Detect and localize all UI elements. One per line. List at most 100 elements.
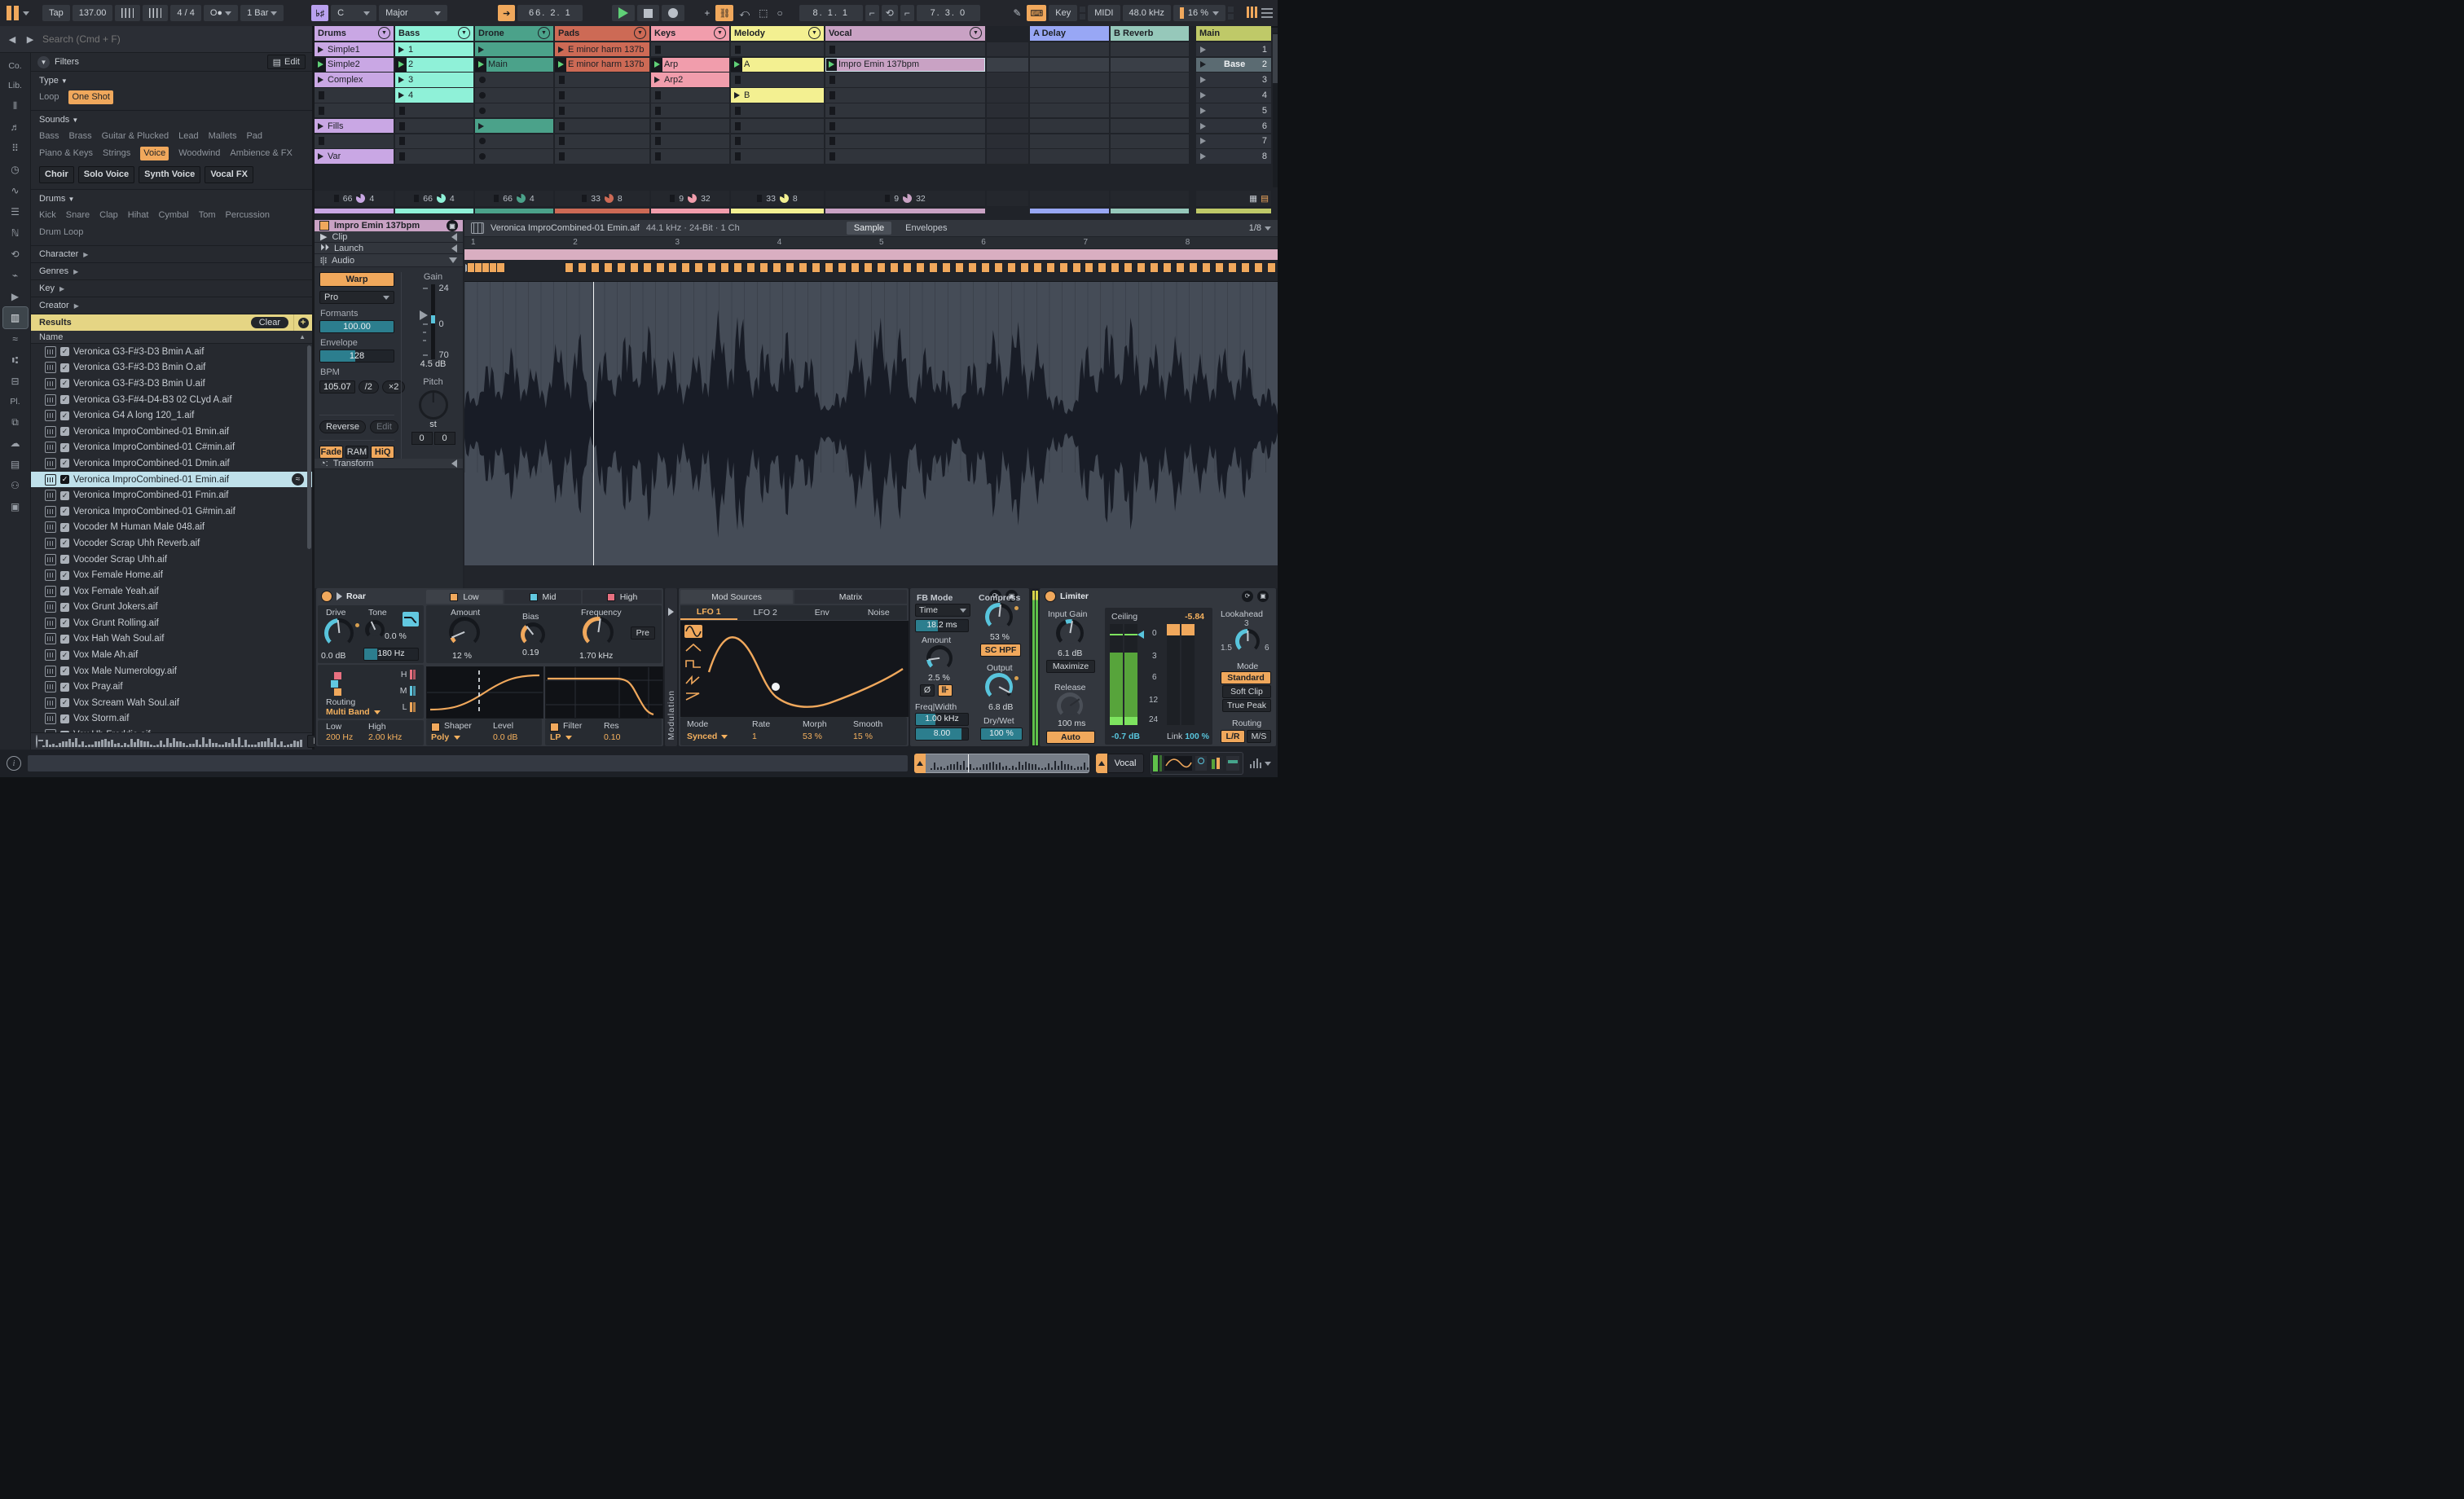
clip-stop-slot[interactable] <box>555 88 649 103</box>
file-checkbox-icon[interactable]: ✓ <box>60 714 69 723</box>
phase-invert-toggle[interactable]: Ø <box>920 684 935 697</box>
track-fold-icon[interactable]: ▼ <box>714 27 726 40</box>
clip-empty-slot[interactable] <box>475 73 553 87</box>
clip-empty-slot[interactable] <box>475 88 553 103</box>
scene-3[interactable]: 3 <box>1196 73 1271 87</box>
fb-amount-knob[interactable] <box>926 645 953 671</box>
lfo-shape-saw-icon[interactable] <box>684 690 702 703</box>
browser-scrollbar[interactable] <box>307 345 311 549</box>
sounds-tag-strings[interactable]: Strings <box>103 147 130 160</box>
automation-arm-icon[interactable]: ⛓ <box>715 5 734 21</box>
drive-knob[interactable] <box>324 618 354 648</box>
modulation-sidebar[interactable]: Modulation <box>665 588 677 746</box>
sounds-tag-piano-keys[interactable]: Piano & Keys <box>39 147 93 160</box>
edit-filters-button[interactable]: ▤ Edit <box>266 55 306 69</box>
transform-section-header[interactable]: ◔: Transform <box>315 459 463 469</box>
file-row[interactable]: ✓ Veronica G3-F#3-D3 Bmin U.aif <box>31 376 312 392</box>
clip-playing[interactable]: Simple2 <box>315 57 394 73</box>
warp-marker[interactable] <box>1241 262 1251 273</box>
clip-playing[interactable]: Impro Emin 137bpm <box>825 57 985 73</box>
clip[interactable]: Var <box>315 149 394 164</box>
drywet-field[interactable]: 100 % <box>980 728 1023 741</box>
track-color-strip[interactable] <box>1030 208 1109 213</box>
browser-forward-icon[interactable]: ▶ <box>23 32 37 46</box>
pre-toggle[interactable]: Pre <box>630 626 655 640</box>
clip-stop-slot[interactable] <box>555 118 649 134</box>
filter-graph[interactable] <box>545 666 663 719</box>
scene-launch-icon[interactable] <box>1200 107 1206 114</box>
clip-stop-slot[interactable] <box>651 88 729 103</box>
track-fold-icon[interactable]: ▼ <box>538 27 550 40</box>
scene-1[interactable]: 1 <box>1196 42 1271 57</box>
stop-button[interactable] <box>637 5 660 21</box>
warp-marker[interactable] <box>1228 262 1238 273</box>
bias-knob[interactable] <box>521 622 545 647</box>
filter-enable-icon[interactable] <box>550 723 559 732</box>
routing-menu[interactable]: Multi Band <box>326 707 381 717</box>
warp-button[interactable]: Warp <box>319 272 394 287</box>
file-row[interactable]: ✓ Vocoder Scrap Uhh.aif <box>31 552 312 568</box>
clip-launch-icon[interactable] <box>395 88 407 103</box>
rail-category-icon-6[interactable]: ℕ <box>3 222 28 244</box>
tone-knob[interactable] <box>365 620 385 640</box>
return-slot[interactable] <box>1030 149 1109 164</box>
warp-marker[interactable] <box>1254 262 1264 273</box>
roar-collapse-icon[interactable] <box>337 591 342 600</box>
add-filter-button[interactable]: + <box>293 314 312 331</box>
track-color-strip[interactable] <box>395 208 473 213</box>
cpu-meter[interactable]: 16 % <box>1173 5 1225 21</box>
filter-section-creator[interactable]: Creator ▶ <box>31 297 312 314</box>
drums-tag-clap[interactable]: Clap <box>99 209 118 222</box>
voice-subtag-solo-voice[interactable]: Solo Voice <box>77 166 135 183</box>
warp-marker[interactable] <box>1032 262 1042 273</box>
warp-marker[interactable] <box>1189 262 1199 273</box>
clip[interactable]: Arp2 <box>651 73 729 87</box>
file-row[interactable]: ✓ Veronica ImproCombined-01 G#min.aif <box>31 503 312 520</box>
drums-section-title[interactable]: Drums ▼ <box>39 194 306 204</box>
similarity-search-icon[interactable]: ≈ <box>292 473 304 486</box>
warp-mode-menu[interactable]: Pro <box>319 291 394 304</box>
clip-stop-slot[interactable] <box>825 118 985 134</box>
return-track-header-b-reverb[interactable]: B Reverb <box>1111 26 1189 41</box>
roar-power-led[interactable] <box>321 590 332 602</box>
rail-place-icon-2[interactable]: ▤ <box>3 454 28 475</box>
track-color-strip[interactable] <box>1196 208 1271 213</box>
clip-stop-slot[interactable] <box>651 103 729 118</box>
warp-marker[interactable] <box>1137 262 1146 273</box>
sounds-tag-guitar-plucked[interactable]: Guitar & Plucked <box>102 130 169 143</box>
track-color-strip[interactable] <box>475 208 553 213</box>
formants-slider[interactable]: 100.00 <box>319 320 394 333</box>
clip[interactable]: E minor harm 137b <box>555 42 649 57</box>
file-checkbox-icon[interactable]: ✓ <box>60 618 69 628</box>
warp-marker[interactable] <box>864 262 873 273</box>
file-row[interactable]: ✓ Vox Grunt Jokers.aif <box>31 600 312 616</box>
warp-marker[interactable] <box>772 262 782 273</box>
input-gain-knob[interactable] <box>1056 619 1084 647</box>
clip[interactable]: 1 <box>395 42 473 57</box>
clip[interactable]: 4 <box>395 88 473 103</box>
warp-marker[interactable] <box>812 262 821 273</box>
loop-brace[interactable] <box>464 249 1278 260</box>
track-fold-icon[interactable]: ▼ <box>378 27 390 40</box>
warp-marker[interactable] <box>694 262 704 273</box>
clip-stop-slot[interactable] <box>651 134 729 149</box>
clip-playing[interactable]: Arp <box>651 57 729 73</box>
clip-stop-slot[interactable] <box>315 88 394 103</box>
file-checkbox-icon[interactable]: ✓ <box>60 347 69 357</box>
return-slot[interactable] <box>1030 57 1109 73</box>
lfo-rate-value[interactable]: 1 <box>752 732 757 741</box>
rail-category-icon-11[interactable]: ≈ <box>3 328 28 349</box>
new-midi-clip-icon[interactable]: + <box>701 7 713 19</box>
rail-category-icon-4[interactable]: ∿ <box>3 180 28 201</box>
link-control[interactable]: Link 100 % <box>1167 732 1209 741</box>
file-checkbox-icon[interactable]: ✓ <box>60 475 69 485</box>
warp-marker[interactable] <box>655 262 665 273</box>
return-slot[interactable] <box>1111 57 1189 73</box>
lfo-tab-lfo2[interactable]: LFO 2 <box>737 605 794 620</box>
warp-marker[interactable] <box>902 262 912 273</box>
scene-7[interactable]: 7 <box>1196 134 1271 149</box>
tap-tempo-button[interactable]: Tap <box>42 5 70 21</box>
lfo-morph-value[interactable]: 53 % <box>803 732 822 741</box>
nudge-down-button[interactable] <box>115 5 141 21</box>
res-value[interactable]: 0.10 <box>604 732 620 742</box>
